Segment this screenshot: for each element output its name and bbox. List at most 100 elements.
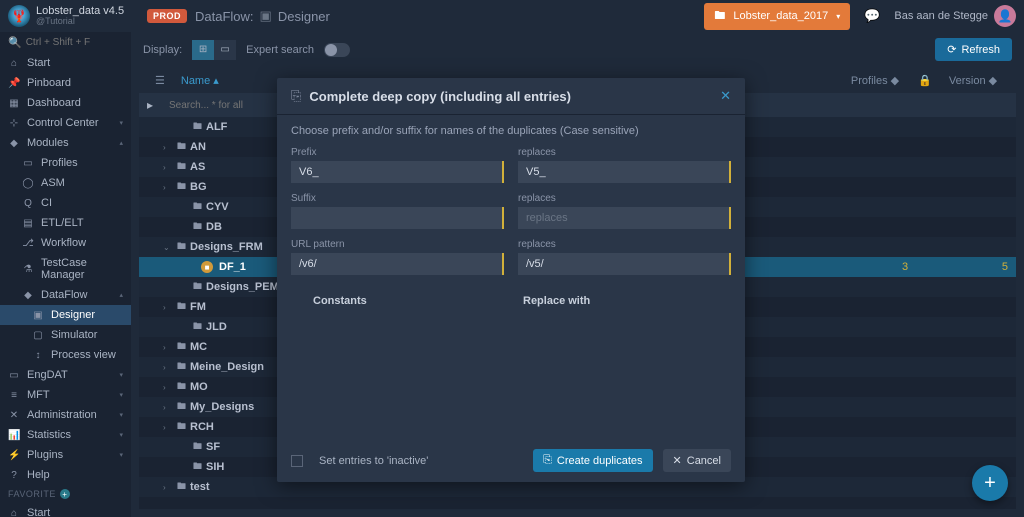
nav-label: ASM — [41, 177, 123, 189]
sidebar-search[interactable]: 🔍 ⬈ — [0, 32, 131, 53]
close-button[interactable]: ✕ — [720, 88, 731, 104]
expand-icon[interactable]: › — [163, 383, 173, 392]
dialog-header: ⎘ Complete deep copy (including all entr… — [277, 78, 745, 115]
prefix-replaces-input[interactable] — [518, 161, 731, 183]
nav-label: Statistics — [27, 429, 112, 441]
add-button[interactable]: + — [972, 465, 1008, 501]
nav-label: Plugins — [27, 449, 112, 461]
refresh-icon: ⟳ — [947, 43, 956, 56]
prefix-replaces-label: replaces — [518, 147, 731, 158]
folder-icon: 🖿 — [193, 119, 202, 135]
sidebar-item-etl-elt[interactable]: ▤ ETL/ELT — [0, 213, 131, 233]
sidebar-item-dashboard[interactable]: ▦ Dashboard — [0, 93, 131, 113]
cancel-button[interactable]: ✕ Cancel — [663, 449, 731, 472]
chevron-icon: ▾ — [119, 451, 123, 459]
toolbar: Display: ⊞ ▭ Expert search ⟳ Refresh — [131, 32, 1024, 67]
sidebar-item-mft[interactable]: ≡ MFT ▾ — [0, 385, 131, 405]
sidebar-item-statistics[interactable]: 📊 Statistics ▾ — [0, 425, 131, 445]
expand-icon[interactable]: › — [163, 343, 173, 352]
suffix-replaces-input[interactable] — [518, 207, 731, 229]
nav-label: Administration — [27, 409, 112, 421]
column-version[interactable]: Version ◆ — [938, 74, 1008, 87]
sidebar-item-modules[interactable]: ◆ Modules ▴ — [0, 133, 131, 153]
expand-icon[interactable]: › — [163, 143, 173, 152]
constants-body — [291, 315, 731, 425]
sidebar-item-process-view[interactable]: ↕ Process view — [0, 345, 131, 365]
column-name[interactable]: Name ▴ — [173, 74, 293, 87]
copy-icon: ⎘ — [291, 88, 301, 104]
expand-icon[interactable]: › — [163, 363, 173, 372]
sidebar-item-profiles[interactable]: ▭ Profiles — [0, 153, 131, 173]
row-label: SIH — [206, 461, 224, 473]
sidebar-item-start[interactable]: ⌂ Start — [0, 53, 131, 73]
tree-view-button[interactable]: ⊞ — [192, 40, 214, 60]
chat-icon[interactable]: 💬 — [858, 8, 886, 24]
breadcrumb-page: Designer — [278, 9, 330, 24]
sidebar-item-administration[interactable]: ✕ Administration ▾ — [0, 405, 131, 425]
expand-icon[interactable]: › — [163, 303, 173, 312]
inactive-checkbox[interactable] — [291, 455, 303, 467]
url-label: URL pattern — [291, 239, 504, 250]
user-name: Bas aan de Stegge — [894, 10, 988, 22]
sidebar-item-plugins[interactable]: ⚡ Plugins ▾ — [0, 445, 131, 465]
folder-icon: 🖿 — [193, 279, 202, 295]
expand-icon[interactable]: › — [163, 483, 173, 492]
sidebar-item-pinboard[interactable]: 📌 Pinboard — [0, 73, 131, 93]
sidebar-item-dataflow[interactable]: ◆ DataFlow ▴ — [0, 285, 131, 305]
add-favorite-icon[interactable]: + — [60, 489, 70, 499]
nav-label: DataFlow — [41, 289, 112, 301]
expand-icon[interactable]: ⌄ — [163, 243, 173, 252]
env-badge: PROD — [147, 9, 187, 23]
nav-icon: Q — [22, 198, 34, 209]
nav-label: Help — [27, 469, 123, 481]
sidebar-item-engdat[interactable]: ▭ EngDAT ▾ — [0, 365, 131, 385]
expand-icon[interactable]: › — [163, 183, 173, 192]
menu-icon[interactable]: ☰ — [147, 74, 173, 87]
project-selector[interactable]: 🖿 Lobster_data_2017 ▾ — [704, 3, 850, 30]
sidebar-item-control-center[interactable]: ⊹ Control Center ▾ — [0, 113, 131, 133]
breadcrumb-root: DataFlow: — [195, 9, 254, 24]
sidebar-nav: ⌂ Start 📌 Pinboard ▦ Dashboard ⊹ Control… — [0, 53, 131, 517]
nav-icon: ▣ — [32, 310, 44, 321]
sidebar-item-start[interactable]: ⌂ Start — [0, 503, 131, 517]
nav-icon: ⚗ — [22, 264, 34, 275]
list-view-button[interactable]: ▭ — [214, 40, 236, 60]
expert-switch[interactable] — [324, 43, 350, 57]
chevron-icon: ▾ — [119, 391, 123, 399]
nav-icon: ↕ — [32, 350, 44, 361]
sidebar-item-ci[interactable]: Q CI — [0, 193, 131, 213]
sidebar-item-simulator[interactable]: ▢ Simulator — [0, 325, 131, 345]
nav-icon: ◯ — [22, 178, 34, 189]
nav-icon: ⚡ — [8, 450, 20, 461]
nav-icon: ▦ — [8, 98, 20, 109]
expand-icon[interactable]: › — [163, 423, 173, 432]
nav-label: CI — [41, 197, 123, 209]
sidebar-item-testcase-manager[interactable]: ⚗ TestCase Manager — [0, 253, 131, 285]
filter-icon: ▸ — [147, 98, 161, 112]
url-input[interactable] — [291, 253, 504, 275]
sidebar-item-workflow[interactable]: ⎇ Workflow — [0, 233, 131, 253]
sidebar-item-help[interactable]: ? Help — [0, 465, 131, 485]
topbar: 🦞 Lobster_data v4.5 @Tutorial PROD DataF… — [0, 0, 1024, 32]
user-menu[interactable]: Bas aan de Stegge 👤 — [894, 5, 1016, 27]
expand-icon[interactable]: › — [163, 163, 173, 172]
sidebar-item-asm[interactable]: ◯ ASM — [0, 173, 131, 193]
avatar: 👤 — [994, 5, 1016, 27]
url-replaces-input[interactable] — [518, 253, 731, 275]
column-profiles[interactable]: Profiles ◆ — [840, 74, 910, 87]
refresh-button[interactable]: ⟳ Refresh — [935, 38, 1012, 61]
expand-icon[interactable]: › — [163, 403, 173, 412]
suffix-input[interactable] — [291, 207, 504, 229]
row-profiles: 3 — [880, 261, 930, 273]
tree-filter-input[interactable] — [161, 100, 281, 111]
nav-label: Pinboard — [27, 77, 123, 89]
sidebar-item-designer[interactable]: ▣ Designer — [0, 305, 131, 325]
folder-icon: 🖿 — [193, 439, 202, 455]
brand-logo-icon: 🦞 — [8, 5, 30, 27]
column-lock[interactable]: 🔒 — [910, 74, 938, 87]
nav-label: MFT — [27, 389, 112, 401]
nav-label: Workflow — [41, 237, 123, 249]
nav-icon: ⊹ — [8, 118, 20, 129]
create-duplicates-button[interactable]: ⎘ Create duplicates — [533, 449, 652, 472]
prefix-input[interactable] — [291, 161, 504, 183]
